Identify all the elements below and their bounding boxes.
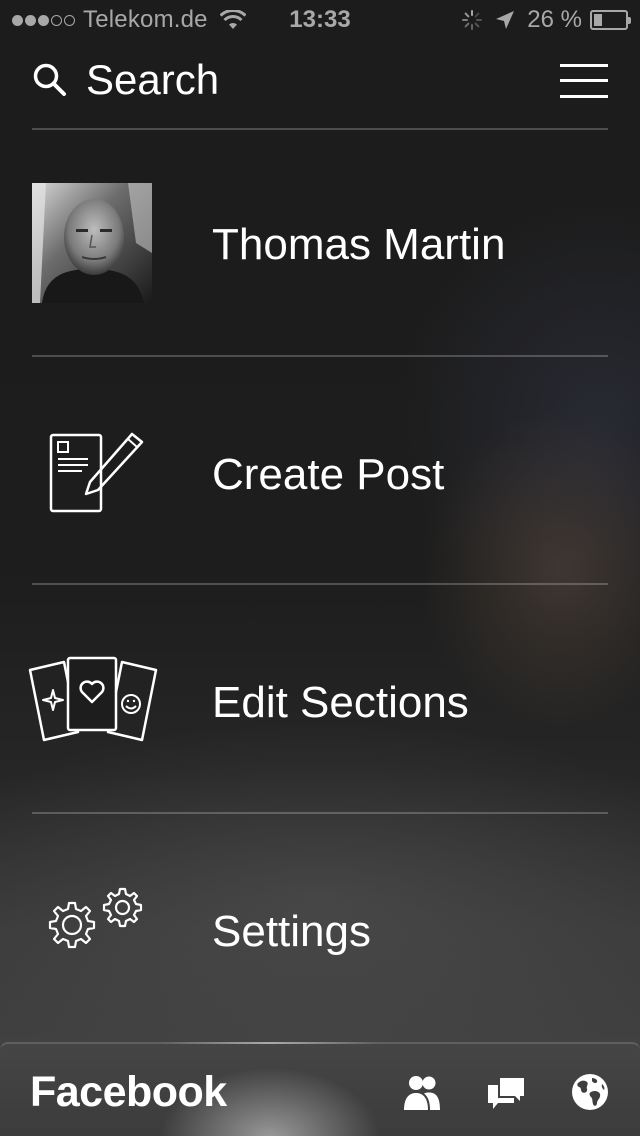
search-field-label[interactable]: Search [86, 56, 219, 104]
menu-item-edit-sections[interactable]: Edit Sections [0, 586, 640, 812]
edit-sections-icon [28, 656, 158, 742]
battery-level-fill [594, 14, 602, 26]
messages-icon[interactable] [486, 1072, 526, 1112]
hamburger-menu-icon[interactable] [560, 64, 608, 98]
create-post-icon [49, 432, 144, 513]
avatar[interactable] [32, 183, 152, 303]
menu-item-create-post[interactable]: Create Post [0, 358, 640, 584]
search-header[interactable]: Search [32, 52, 608, 112]
battery-percentage: 26 % [527, 6, 582, 33]
search-icon[interactable] [32, 62, 68, 98]
menu-item-settings[interactable]: Settings [0, 815, 640, 1041]
status-right: 26 % [461, 6, 631, 34]
facebook-logo-text[interactable]: Facebook [30, 1068, 227, 1117]
status-bar: Telekom.de 13:33 26 % [0, 0, 640, 40]
settings-gears-icon [48, 887, 143, 949]
friends-icon[interactable] [402, 1072, 442, 1112]
bottom-bar: Facebook [0, 1042, 640, 1136]
create-post-label: Create Post [212, 450, 445, 499]
battery-icon [590, 10, 631, 30]
settings-label: Settings [212, 907, 371, 956]
divider [32, 583, 608, 585]
divider [32, 812, 608, 814]
globe-icon[interactable] [570, 1072, 610, 1112]
location-arrow-icon [496, 11, 515, 29]
divider [32, 355, 608, 357]
profile-photo [32, 183, 152, 303]
edit-sections-label: Edit Sections [212, 678, 469, 727]
profile-name: Thomas Martin [212, 220, 506, 269]
activity-icon [462, 10, 483, 30]
